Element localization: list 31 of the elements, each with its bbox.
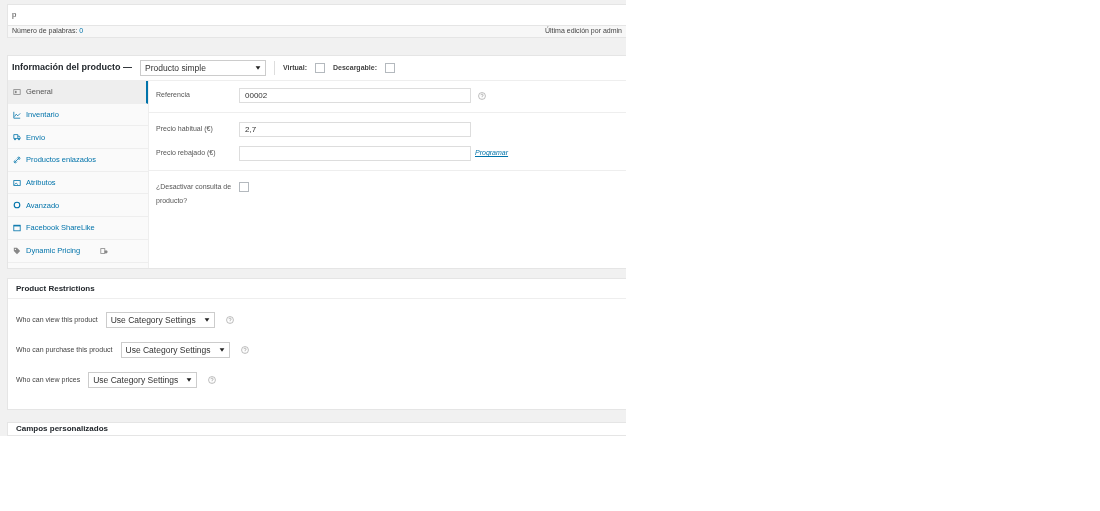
picture-icon xyxy=(13,178,21,187)
grid-icon xyxy=(13,87,21,96)
product-type-select[interactable]: Producto simple xyxy=(140,60,266,76)
help-icon xyxy=(208,376,217,384)
checkbox[interactable] xyxy=(385,63,395,73)
id-card-icon xyxy=(99,246,110,255)
checkbox[interactable] xyxy=(239,182,249,192)
input-field[interactable] xyxy=(239,146,471,161)
checkbox[interactable] xyxy=(315,63,325,73)
tag-icon xyxy=(13,246,21,255)
caret-icon xyxy=(255,65,261,71)
panel-title: Información del producto — xyxy=(12,61,132,75)
select-field[interactable]: Use Category Settings xyxy=(88,372,198,388)
editor-text: p xyxy=(11,9,18,21)
panel-title: Campos personalizados xyxy=(15,423,110,435)
help-icon xyxy=(478,92,486,100)
truck-icon xyxy=(13,133,21,142)
select-field[interactable]: Use Category Settings xyxy=(105,312,215,328)
input-field[interactable]: 2,7 xyxy=(239,122,471,137)
caret-icon xyxy=(218,347,225,353)
panel-title: Product Restrictions xyxy=(8,279,626,299)
window-icon xyxy=(13,223,21,232)
chart-icon xyxy=(13,110,21,119)
link-icon xyxy=(13,155,21,164)
help-icon xyxy=(225,316,234,324)
help-icon xyxy=(240,346,249,354)
select-field[interactable]: Use Category Settings xyxy=(120,342,230,358)
gear-icon xyxy=(13,201,21,210)
caret-icon xyxy=(203,317,210,323)
input-field[interactable]: 00002 xyxy=(239,88,471,103)
caret-icon xyxy=(186,377,193,383)
